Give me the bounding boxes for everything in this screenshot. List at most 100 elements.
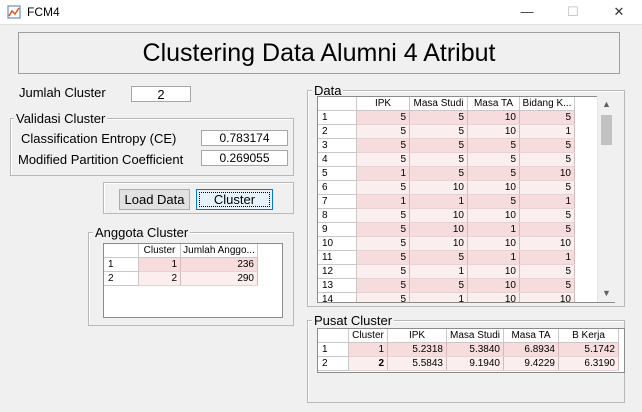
table-cell[interactable]: 236 bbox=[180, 257, 258, 272]
table-cell[interactable]: 1 bbox=[519, 250, 575, 265]
scroll-up-arrow-icon[interactable]: ▲ bbox=[598, 96, 615, 113]
table-cell[interactable]: 10 bbox=[467, 292, 520, 302]
column-header[interactable]: Bidang K... bbox=[519, 97, 575, 111]
table-row[interactable]: 14 5 1 10 10 bbox=[318, 292, 575, 302]
column-header[interactable]: IPK bbox=[387, 329, 447, 343]
table-cell[interactable]: 5 bbox=[409, 110, 468, 125]
column-header[interactable]: IPK bbox=[356, 97, 410, 111]
column-header[interactable]: B Kerja bbox=[558, 329, 619, 343]
table-cell[interactable]: 5 bbox=[519, 264, 575, 279]
table-cell[interactable]: 5 bbox=[519, 138, 575, 153]
table-row[interactable]: 45555 bbox=[318, 152, 575, 167]
minimize-button[interactable]: — bbox=[504, 0, 550, 24]
table-row[interactable]: 5 1 5 5 10 bbox=[318, 166, 575, 181]
table-cell[interactable]: 5.2318 bbox=[387, 342, 447, 357]
table-cell[interactable]: 5 bbox=[409, 278, 468, 293]
table-cell[interactable]: 5 bbox=[519, 278, 575, 293]
table-row[interactable]: 12 5 1 10 5 bbox=[318, 264, 575, 279]
table-row[interactable]: 10 5 10 10 10 bbox=[318, 236, 575, 251]
column-header[interactable]: Masa TA bbox=[503, 329, 559, 343]
table-row[interactable]: 35555 bbox=[318, 138, 575, 153]
column-header[interactable]: Masa Studi bbox=[446, 329, 504, 343]
table-row[interactable]: 2 2 5.5843 9.1940 9.4229 6.3190 bbox=[318, 356, 619, 371]
table-cell[interactable]: 5 bbox=[356, 138, 410, 153]
table-row[interactable]: 2 5 5 10 1 bbox=[318, 124, 575, 139]
table-cell[interactable]: 10 bbox=[409, 222, 468, 237]
table-cell[interactable]: 5 bbox=[356, 250, 410, 265]
table-cell[interactable]: 1 bbox=[409, 292, 468, 302]
table-cell[interactable]: 290 bbox=[180, 271, 258, 286]
table-cell[interactable]: 1 bbox=[519, 194, 575, 209]
table-cell[interactable]: 1 bbox=[138, 257, 181, 272]
table-cell[interactable]: 9.1940 bbox=[446, 356, 504, 371]
table-cell[interactable]: 5 bbox=[519, 110, 575, 125]
table-row[interactable]: 1 1 236 bbox=[104, 257, 258, 272]
scroll-thumb[interactable] bbox=[601, 115, 612, 145]
table-cell[interactable]: 5 bbox=[356, 278, 410, 293]
table-cell[interactable]: 10 bbox=[409, 236, 468, 251]
ce-value-field[interactable]: 0.783174 bbox=[201, 130, 288, 146]
table-cell[interactable]: 1 bbox=[409, 194, 468, 209]
table-cell[interactable]: 10 bbox=[409, 208, 468, 223]
data-table[interactable]: IPK Masa Studi Masa TA Bidang K... 1 5 5 10… bbox=[317, 96, 615, 303]
table-cell[interactable]: 10 bbox=[519, 292, 575, 302]
table-cell[interactable]: 10 bbox=[467, 264, 520, 279]
table-cell[interactable]: 10 bbox=[467, 180, 520, 195]
table-row[interactable]: 2 2 290 bbox=[104, 271, 258, 286]
table-cell[interactable]: 5 bbox=[467, 166, 520, 181]
table-cell[interactable]: 5 bbox=[519, 208, 575, 223]
table-cell[interactable]: 10 bbox=[519, 166, 575, 181]
table-cell[interactable]: 6.8934 bbox=[503, 342, 559, 357]
table-cell[interactable]: 1 bbox=[519, 124, 575, 139]
table-row[interactable]: 6 5 10 10 5 bbox=[318, 180, 575, 195]
cluster-button[interactable]: Cluster bbox=[196, 189, 273, 210]
column-header[interactable]: Cluster bbox=[138, 244, 181, 258]
table-cell[interactable]: 10 bbox=[467, 278, 520, 293]
table-row[interactable]: 13 5 5 10 5 bbox=[318, 278, 575, 293]
load-data-button[interactable]: Load Data bbox=[119, 189, 190, 210]
table-cell[interactable]: 1 bbox=[409, 264, 468, 279]
table-cell[interactable]: 2 bbox=[138, 271, 181, 286]
table-cell[interactable]: 10 bbox=[467, 124, 520, 139]
table-cell[interactable]: 1 bbox=[467, 250, 520, 265]
column-header[interactable]: Jumlah Anggo... bbox=[180, 244, 258, 258]
scroll-down-arrow-icon[interactable]: ▼ bbox=[598, 285, 615, 302]
table-cell[interactable]: 5 bbox=[356, 264, 410, 279]
table-row[interactable]: 8 5 10 10 5 bbox=[318, 208, 575, 223]
table-cell[interactable]: 10 bbox=[519, 236, 575, 251]
table-cell[interactable]: 5 bbox=[409, 124, 468, 139]
table-cell[interactable]: 5 bbox=[356, 208, 410, 223]
column-header[interactable]: Cluster bbox=[348, 329, 388, 343]
table-row[interactable]: 1 5 5 10 5 bbox=[318, 110, 575, 125]
table-cell[interactable]: 1 bbox=[348, 342, 388, 357]
table-cell[interactable]: 5 bbox=[467, 152, 520, 167]
table-cell[interactable]: 5 bbox=[467, 194, 520, 209]
table-cell[interactable]: 5 bbox=[409, 152, 468, 167]
table-cell[interactable]: 5.5843 bbox=[387, 356, 447, 371]
table-cell[interactable]: 5 bbox=[519, 222, 575, 237]
table-cell[interactable]: 5 bbox=[356, 152, 410, 167]
column-header[interactable]: Masa TA bbox=[467, 97, 520, 111]
table-cell[interactable]: 5 bbox=[409, 166, 468, 181]
table-cell[interactable]: 5 bbox=[409, 138, 468, 153]
table-cell[interactable]: 10 bbox=[467, 208, 520, 223]
table-cell[interactable]: 9.4229 bbox=[503, 356, 559, 371]
table-cell[interactable]: 5 bbox=[356, 236, 410, 251]
table-row[interactable]: 9 5 10 1 5 bbox=[318, 222, 575, 237]
table-cell[interactable]: 5 bbox=[356, 110, 410, 125]
table-cell[interactable]: 10 bbox=[409, 180, 468, 195]
table-row[interactable]: 71151 bbox=[318, 194, 575, 209]
table-cell[interactable]: 5 bbox=[356, 180, 410, 195]
close-button[interactable]: ✕ bbox=[596, 0, 642, 24]
anggota-cluster-table[interactable]: Cluster Jumlah Anggo... 1 1 236 2 2 290 bbox=[103, 243, 283, 318]
pusat-cluster-table[interactable]: Cluster IPK Masa Studi Masa TA B Kerja 1… bbox=[317, 328, 625, 373]
table-cell[interactable]: 1 bbox=[356, 166, 410, 181]
table-cell[interactable]: 5 bbox=[519, 180, 575, 195]
table-cell[interactable]: 2 bbox=[348, 356, 388, 371]
table-cell[interactable]: 5 bbox=[409, 250, 468, 265]
jumlah-cluster-input[interactable]: 2 bbox=[131, 86, 191, 102]
table-cell[interactable]: 10 bbox=[467, 110, 520, 125]
table-cell[interactable]: 5 bbox=[356, 124, 410, 139]
column-header[interactable]: Masa Studi bbox=[409, 97, 468, 111]
table-cell[interactable]: 1 bbox=[467, 222, 520, 237]
